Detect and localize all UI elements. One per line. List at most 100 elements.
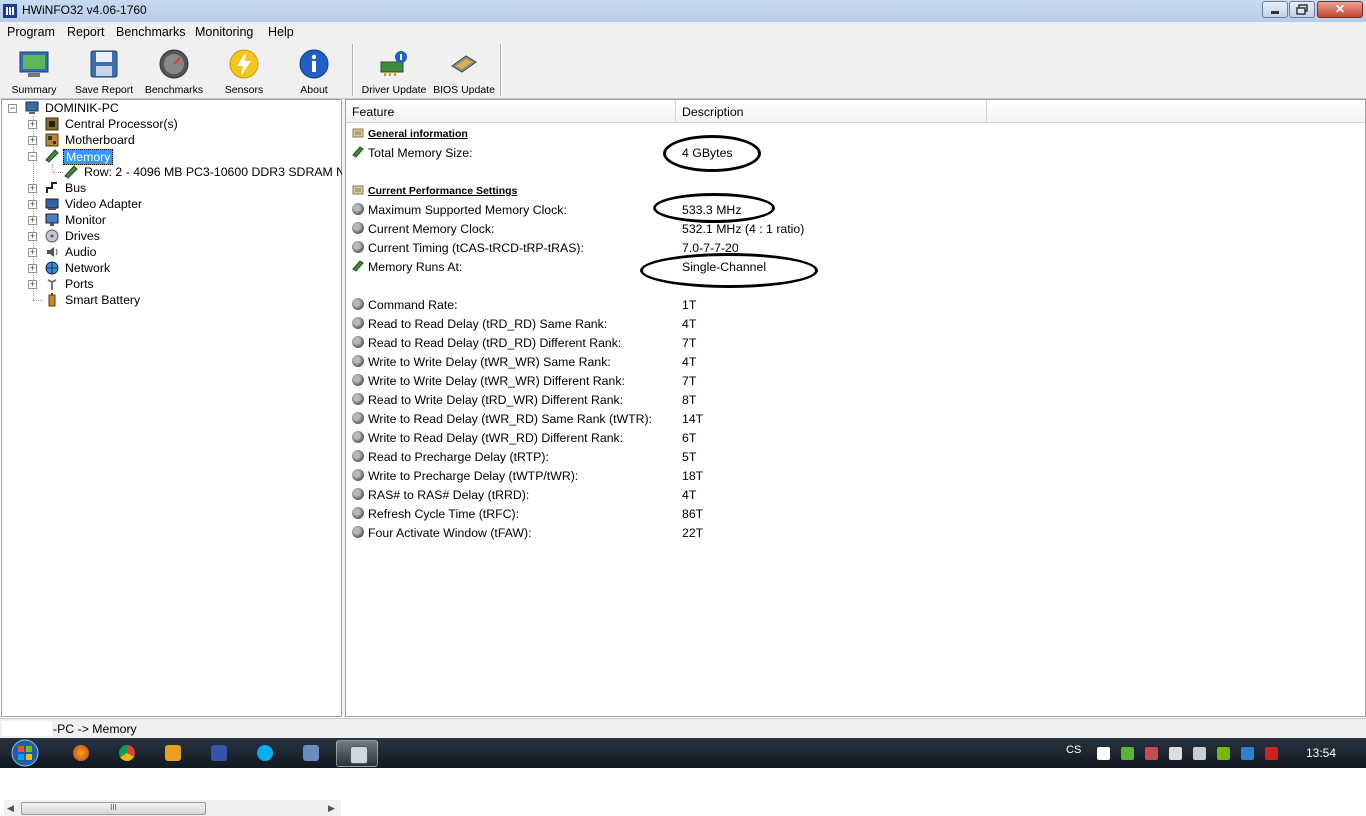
- table-row[interactable]: Maximum Supported Memory Clock: 533.3 MH…: [346, 201, 1346, 220]
- title-bar: HWiNFO32 v4.06-1760 ✕: [0, 0, 1366, 23]
- save-report-label: Save Report: [74, 84, 134, 96]
- table-row[interactable]: Write to Write Delay (tWR_WR) Same Rank:…: [346, 353, 1346, 372]
- network-signal-icon[interactable]: [1169, 747, 1182, 760]
- sensors-button[interactable]: Sensors: [210, 44, 278, 96]
- description-cell: Single-Channel: [682, 260, 767, 274]
- taskbar-remote-desktop[interactable]: [290, 740, 332, 767]
- table-row[interactable]: Write to Read Delay (tWR_RD) Different R…: [346, 429, 1346, 448]
- menu-benchmarks[interactable]: Benchmarks: [116, 25, 185, 39]
- menu-program[interactable]: Program: [7, 25, 55, 39]
- tree-connector: [52, 164, 53, 172]
- scroll-right-icon[interactable]: ▶: [328, 803, 335, 814]
- flag-icon[interactable]: [1097, 747, 1110, 760]
- table-row[interactable]: Write to Write Delay (tWR_WR) Different …: [346, 372, 1346, 391]
- description-cell: 14T: [682, 412, 704, 426]
- table-row[interactable]: Write to Precharge Delay (tWTP/tWR): 18T: [346, 467, 1346, 486]
- save-report-button[interactable]: Save Report: [70, 44, 138, 96]
- expand-icon[interactable]: +: [28, 264, 37, 273]
- volume-icon[interactable]: [1193, 747, 1206, 760]
- column-divider[interactable]: [675, 100, 676, 122]
- menu-help[interactable]: Help: [268, 25, 294, 39]
- nvidia-tray-icon[interactable]: [1121, 747, 1134, 760]
- maximize-button[interactable]: [1289, 1, 1315, 18]
- taskbar-clock[interactable]: 13:54: [1306, 746, 1336, 760]
- table-row[interactable]: Read to Read Delay (tRD_RD) Different Ra…: [346, 334, 1346, 353]
- column-header-description[interactable]: Description: [682, 105, 744, 119]
- table-row[interactable]: Read to Read Delay (tRD_RD) Same Rank: 4…: [346, 315, 1346, 334]
- gear-icon: [352, 469, 364, 481]
- collapse-icon[interactable]: −: [28, 152, 37, 161]
- expand-icon[interactable]: +: [28, 120, 37, 129]
- menu-report[interactable]: Report: [67, 25, 105, 39]
- network-icon: [45, 261, 59, 275]
- memory-stick-icon: [64, 165, 78, 179]
- summary-label: Summary: [11, 84, 57, 96]
- minimize-button[interactable]: [1262, 1, 1288, 18]
- expand-icon[interactable]: +: [28, 280, 37, 289]
- taskbar-media-player[interactable]: [152, 740, 194, 767]
- device-tree[interactable]: − DOMINIK-PC + Central Processor(s) + Mo…: [1, 99, 352, 816]
- summary-button[interactable]: Summary: [0, 44, 68, 96]
- sensors-label: Sensors: [224, 84, 264, 96]
- feature-cell: Maximum Supported Memory Clock:: [368, 203, 567, 217]
- skype-icon: [257, 745, 273, 761]
- close-button[interactable]: ✕: [1317, 1, 1363, 18]
- column-divider[interactable]: [986, 100, 987, 122]
- language-indicator[interactable]: CS: [1066, 744, 1081, 756]
- table-row[interactable]: Write to Read Delay (tWR_RD) Same Rank (…: [346, 410, 1346, 429]
- table-row[interactable]: Total Memory Size: 4 GBytes: [346, 144, 1346, 163]
- expand-icon[interactable]: +: [28, 136, 37, 145]
- table-row[interactable]: Current Memory Clock: 532.1 MHz (4 : 1 r…: [346, 220, 1346, 239]
- table-row[interactable]: Read to Precharge Delay (tRTP): 5T: [346, 448, 1346, 467]
- bios-update-button[interactable]: BIOS Update: [430, 44, 498, 96]
- menu-monitoring[interactable]: Monitoring: [195, 25, 253, 39]
- gear-icon: [352, 374, 364, 386]
- taskbar-chrome[interactable]: [106, 740, 148, 767]
- feature-cell: Command Rate:: [368, 298, 458, 312]
- driver-update-label: Driver Update: [361, 84, 427, 96]
- expand-icon[interactable]: +: [28, 232, 37, 241]
- feature-cell: Write to Write Delay (tWR_WR) Same Rank:: [368, 355, 611, 369]
- usb-tray-icon[interactable]: [1145, 747, 1158, 760]
- table-row[interactable]: RAS# to RAS# Delay (tRRD): 4T: [346, 486, 1346, 505]
- about-button[interactable]: About: [280, 44, 348, 96]
- gear-icon: [352, 507, 364, 519]
- description-cell: 1T: [682, 298, 697, 312]
- table-row[interactable]: Memory Runs At: Single-Channel: [346, 258, 1346, 277]
- driver-update-button[interactable]: Driver Update: [360, 44, 428, 96]
- nvidia-icon[interactable]: [1217, 747, 1230, 760]
- expand-icon[interactable]: +: [28, 184, 37, 193]
- table-row[interactable]: Current Timing (tCAS-tRCD-tRP-tRAS): 7.0…: [346, 239, 1346, 258]
- expand-icon[interactable]: +: [28, 216, 37, 225]
- scroll-left-icon[interactable]: ◀: [7, 803, 14, 814]
- gear-icon: [352, 203, 364, 215]
- table-row[interactable]: Command Rate: 1T: [346, 296, 1346, 315]
- section-title-general: General information: [368, 128, 468, 140]
- taskbar-hwinfo[interactable]: [198, 740, 240, 767]
- table-row[interactable]: Four Activate Window (tFAW): 22T: [346, 524, 1346, 543]
- benchmarks-button[interactable]: Benchmarks: [140, 44, 208, 96]
- description-cell: 7T: [682, 336, 697, 350]
- table-row[interactable]: Read to Write Delay (tRD_WR) Different R…: [346, 391, 1346, 410]
- tree-horizontal-scrollbar[interactable]: ◀ III ▶: [4, 800, 341, 816]
- lightning-icon: [229, 49, 259, 79]
- taskbar-firefox[interactable]: [60, 740, 102, 767]
- taskbar-skype[interactable]: [244, 740, 286, 767]
- start-button[interactable]: [6, 738, 44, 768]
- taskbar-calculator[interactable]: [336, 740, 378, 767]
- media-player-icon: [165, 745, 181, 761]
- avira-icon[interactable]: [1265, 747, 1278, 760]
- gear-icon: [352, 393, 364, 405]
- column-header-feature[interactable]: Feature: [352, 105, 394, 119]
- description-cell: 532.1 MHz (4 : 1 ratio): [682, 222, 805, 236]
- expand-icon[interactable]: +: [28, 200, 37, 209]
- table-row[interactable]: Refresh Cycle Time (tRFC): 86T: [346, 505, 1346, 524]
- description-cell: 7T: [682, 374, 697, 388]
- malwarebytes-icon[interactable]: [1241, 747, 1254, 760]
- status-bar: -PC -> Memory: [0, 718, 1366, 739]
- detail-list: Feature Description General information …: [345, 99, 1366, 717]
- collapse-icon[interactable]: −: [8, 104, 17, 113]
- expand-icon[interactable]: +: [28, 248, 37, 257]
- section-icon: [352, 128, 364, 138]
- scrollbar-thumb[interactable]: III: [21, 802, 206, 815]
